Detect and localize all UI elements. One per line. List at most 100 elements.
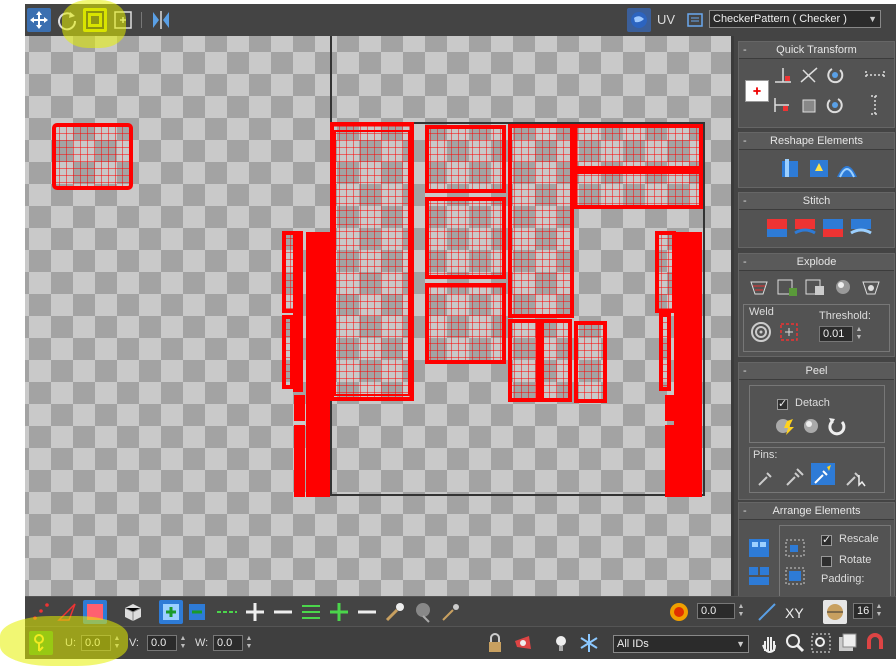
- lock-icon[interactable]: [483, 631, 507, 655]
- uv-shell[interactable]: [655, 231, 676, 313]
- zoom-icon[interactable]: [783, 631, 807, 655]
- zoom-extents-icon[interactable]: [835, 631, 859, 655]
- grow-loop-icon[interactable]: [243, 600, 267, 624]
- uv-shell[interactable]: [282, 315, 294, 389]
- grid-snap-icon[interactable]: [823, 600, 847, 624]
- pan-icon[interactable]: [757, 631, 781, 655]
- uv-shell[interactable]: [573, 170, 703, 209]
- collapse-icon[interactable]: -: [743, 42, 747, 58]
- explode-header[interactable]: - Explode: [739, 254, 894, 271]
- collapse-icon[interactable]: -: [743, 133, 747, 149]
- mirror-icon[interactable]: [149, 8, 173, 32]
- pack-normalize-icon[interactable]: [747, 565, 771, 587]
- soft-selection-icon[interactable]: [667, 600, 691, 624]
- uv-shell[interactable]: [508, 124, 574, 318]
- uv-shell[interactable]: [574, 321, 607, 403]
- paint-grow-icon[interactable]: [411, 600, 435, 624]
- falloff-icon[interactable]: [755, 600, 779, 624]
- weld-selected-icon[interactable]: [777, 321, 801, 343]
- weld-all-icon[interactable]: [859, 276, 883, 298]
- uv-strip-right-small[interactable]: [665, 395, 676, 421]
- u-input[interactable]: 0.0: [81, 635, 111, 651]
- pack-together-icon[interactable]: [783, 537, 807, 559]
- light-icon[interactable]: [549, 631, 573, 655]
- pack-custom-icon[interactable]: [747, 537, 771, 559]
- shrink-ring-icon[interactable]: [355, 600, 379, 624]
- texture-dropdown[interactable]: CheckerPattern ( Checker ) ▼: [709, 10, 881, 28]
- peel-header[interactable]: - Peel: [739, 363, 894, 380]
- uv-strip-left[interactable]: [306, 232, 330, 497]
- polygon-mode-icon[interactable]: [83, 600, 107, 624]
- soft-selection-spinner[interactable]: ▲ ▼: [736, 603, 746, 619]
- uv-channel-icon[interactable]: [683, 8, 707, 32]
- stitch-header[interactable]: - Stitch: [739, 193, 894, 210]
- uv-shell[interactable]: [540, 319, 572, 402]
- rotate-ccw-icon[interactable]: [823, 94, 847, 116]
- quick-transform-header[interactable]: - Quick Transform: [739, 42, 894, 59]
- threshold-input[interactable]: 0.01: [819, 326, 853, 342]
- absolute-offset-icon[interactable]: [29, 631, 53, 655]
- threshold-spinner-arrows[interactable]: ▲ ▼: [854, 326, 864, 342]
- uv-shell[interactable]: [659, 313, 671, 391]
- uv-strip-left-small[interactable]: [294, 395, 305, 421]
- u-spinner[interactable]: ▲ ▼: [112, 635, 122, 651]
- relax-smooth-icon[interactable]: [835, 157, 859, 179]
- relax-icon[interactable]: [807, 157, 831, 179]
- w-input[interactable]: 0.0: [213, 635, 243, 651]
- pin-icon[interactable]: [755, 465, 779, 487]
- align-vertical-icon[interactable]: [771, 94, 795, 116]
- uv-shell[interactable]: [425, 125, 506, 193]
- uv-strip-right-bottom[interactable]: [665, 425, 676, 497]
- select-pins-icon[interactable]: [843, 465, 867, 487]
- uv-shell[interactable]: [508, 319, 540, 402]
- move-icon[interactable]: [27, 8, 51, 32]
- v-input[interactable]: 0.0: [147, 635, 177, 651]
- space-vertical-icon[interactable]: [863, 94, 887, 116]
- collapse-icon[interactable]: -: [743, 193, 747, 209]
- target-weld-icon[interactable]: [749, 321, 773, 343]
- grow-selection-icon[interactable]: [159, 600, 183, 624]
- collapse-icon[interactable]: -: [743, 363, 747, 379]
- freeform-icon[interactable]: [111, 8, 135, 32]
- flatten-by-smoothing-icon[interactable]: [775, 276, 799, 298]
- rescale-checkbox[interactable]: [821, 533, 832, 546]
- flatten-by-polygon-icon[interactable]: [747, 276, 771, 298]
- quick-peel-icon[interactable]: [773, 415, 797, 437]
- rotate-cw-icon[interactable]: [823, 64, 847, 86]
- uv-strip-left-thin[interactable]: [293, 232, 303, 392]
- show-map-icon[interactable]: [627, 8, 651, 32]
- element-mode-icon[interactable]: [121, 600, 145, 624]
- unpin-icon[interactable]: [783, 465, 807, 487]
- uv-shell[interactable]: [330, 122, 414, 401]
- scale-icon[interactable]: [83, 8, 107, 32]
- uv-strip-right[interactable]: [674, 232, 702, 497]
- stitch-average-icon[interactable]: [821, 217, 845, 239]
- grid-spinner[interactable]: ▲ ▼: [874, 603, 884, 619]
- straighten-selection-icon[interactable]: [779, 157, 803, 179]
- rotate-checkbox[interactable]: [821, 556, 832, 567]
- hide-icon[interactable]: [511, 631, 535, 655]
- collapse-icon[interactable]: -: [743, 503, 747, 519]
- reshape-header[interactable]: - Reshape Elements: [739, 133, 894, 150]
- straighten-icon[interactable]: [797, 64, 821, 86]
- align-box-icon[interactable]: [797, 94, 821, 116]
- break-icon[interactable]: [831, 276, 855, 298]
- v-spinner[interactable]: ▲ ▼: [178, 635, 188, 651]
- rescale-elements-icon[interactable]: [783, 565, 807, 587]
- shrink-loop-icon[interactable]: [271, 600, 295, 624]
- edge-ring-icon[interactable]: [299, 600, 323, 624]
- uv-shell[interactable]: [425, 283, 506, 364]
- arrange-header[interactable]: - Arrange Elements: [739, 503, 894, 520]
- align-horizontal-icon[interactable]: [771, 64, 795, 86]
- stitch-target-icon[interactable]: [849, 217, 873, 239]
- uv-strip-left-bottom[interactable]: [294, 425, 305, 497]
- peel-mode-icon[interactable]: [799, 415, 823, 437]
- grow-ring-icon[interactable]: [327, 600, 351, 624]
- xy-label[interactable]: XY: [785, 605, 804, 621]
- auto-pin-icon[interactable]: [811, 463, 835, 485]
- snap-toggle-icon[interactable]: [863, 631, 887, 655]
- detach-checkbox[interactable]: [777, 397, 788, 410]
- flatten-by-material-icon[interactable]: [803, 276, 827, 298]
- uv-shell[interactable]: [425, 197, 506, 279]
- edge-loop-icon[interactable]: [215, 600, 239, 624]
